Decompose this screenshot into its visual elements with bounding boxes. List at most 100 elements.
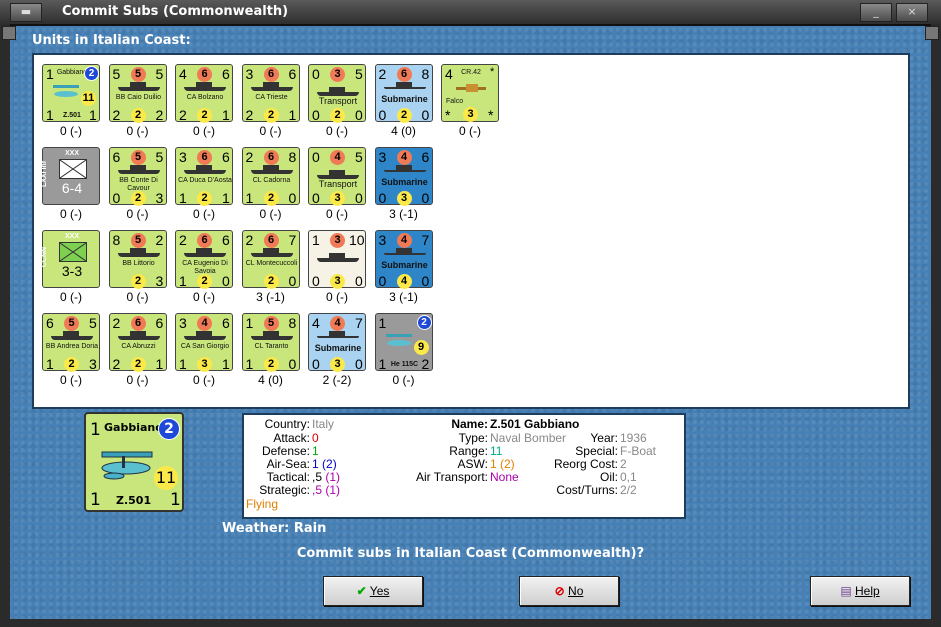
minimize-button[interactable]: _ [860,3,892,22]
unit-counter[interactable]: 4 CR.42 * Falco 3 * * [441,64,499,123]
selected-bottom-right: 1 [170,490,181,510]
unit-bottom-left: 0 [312,190,320,206]
unit-counter[interactable]: 0 3 5 Transport 0 2 0 [308,64,366,123]
unit-defense-circle: 2 [130,357,146,372]
unit-counter[interactable]: 8 5 2 BB Littorio 2 3 [108,230,167,289]
yes-label: Yes [369,584,390,598]
transport-ship-icon [317,253,359,262]
unit-counter[interactable]: 2 6 8 Submarine 0 2 0 [374,64,433,123]
help-button[interactable]: ▤ Help [810,576,910,606]
weather-text: Weather: Rain [222,521,327,536]
unit-top-left: 2 [245,232,254,248]
unit-attack-circle: 5 [130,233,146,248]
unit-top-left: 2 [112,315,121,331]
unit-top-left: 5 [112,66,121,82]
unit-counter[interactable]: 4 4 7 Submarine 0 3 0 [308,313,366,372]
unit-attack-circle: 4 [396,233,412,248]
units-heading: Units in Italian Coast: [32,33,191,48]
oil-value: 0,1 [620,470,637,484]
unit-bottom-left: 0 [378,107,387,123]
unit-counter[interactable]: 1 5 8 CL Taranto 1 2 0 [241,313,300,372]
unit-counter[interactable]: 2 6 6 CA Abruzzi 2 2 1 [108,313,167,372]
unit-bottom-left: 0 [378,273,387,289]
unit-bottom-left: 1 [179,190,187,206]
unit-status: 0 (-) [459,124,481,138]
unit-name: Transport [318,179,358,189]
unit-counter[interactable]: LXXI Inf XXX 6-4 [41,147,100,205]
system-menu-button[interactable]: ▬ [10,3,42,22]
unit-bottom-right: 2 [421,356,430,372]
unit-bottom-left: 1 [378,356,387,372]
unit-status: 0 (-) [326,207,348,221]
unit-counter[interactable]: 0 4 5 Transport 0 3 0 [308,147,366,206]
unit-status: 0 (-) [126,290,149,304]
unit-counter[interactable]: 3 4 6 Submarine 0 3 0 [374,147,433,206]
unit-counter[interactable]: 3 6 6 CA Trieste 2 2 1 [241,64,300,123]
commit-prompt: Commit subs in Italian Coast (Commonweal… [296,546,645,561]
commit-subs-dialog: ▬ Commit Subs (Commonwealth) _ × Units i… [0,0,941,627]
tactical-value: ,5 (1) [312,470,341,484]
unit-bottom-right: 3 [155,190,164,206]
close-button[interactable]: × [896,3,928,22]
unit-bottom-right: 0 [355,107,363,123]
unit-counter[interactable]: CCNN XXX 3-3 [41,230,100,288]
unit-bottom-right: 0 [355,273,363,289]
unit-name: Submarine [381,177,428,187]
unit-counter[interactable]: 2 6 7 CL Montecuccoli 2 0 [241,230,300,289]
unit-name: Submarine [381,94,428,104]
strategic-label: Strategic: [259,483,310,497]
unit-bottom-right: 1 [222,107,230,123]
no-button[interactable]: ⊘ No [519,576,619,606]
unit-top-right: 6 [222,66,230,82]
unit-bottom-right: 1 [222,356,230,372]
unit-attack-circle: 4 [330,316,345,331]
unit-name: CA Abruzzi [121,343,156,350]
unit-status: 0 (-) [60,207,82,221]
unit-counter[interactable]: 5 5 5 BB Caio Duilio 2 2 2 [108,64,167,123]
unit-top-right: 7 [355,315,363,331]
reorg-value: 2 [620,457,627,471]
unit-defense-circle: 2 [130,191,146,206]
warship-icon [117,165,160,174]
unit-defense-circle: 2 [263,191,279,206]
unit-bottom-right: * [488,107,494,123]
unit-counter[interactable]: 6 5 5 BB Andrea Doria 1 2 3 [42,313,100,372]
year-value: 1936 [620,431,647,445]
unit-attack-circle: 6 [197,150,212,165]
unit-top-left: 0 [312,149,320,165]
unit-top-right: 5 [355,149,363,165]
unit-counter[interactable]: 1 Gabbiano 2 11 Z.501 1 1 [42,64,100,123]
unit-bottom-right: 0 [288,356,297,372]
unit-top-left: 3 [179,149,187,165]
unit-defense-circle: 2 [197,108,212,123]
unit-defense-circle: 2 [263,357,279,372]
unit-counter[interactable]: 1 3 10 0 3 0 [308,230,366,289]
unit-bottom-left: 2 [179,107,187,123]
frame-bottom [0,619,941,627]
unit-bottom-right: 0 [421,273,430,289]
unit-top-left: 4 [312,315,320,331]
unit-status: 0 (-) [60,290,82,304]
unit-counter[interactable]: 2 6 6 CA Eugenio Di Savoia 1 2 0 [175,230,233,289]
selected-unit-name: Gabbiano [104,421,163,434]
unit-counter[interactable]: 4 6 6 CA Bolzano 2 2 1 [175,64,233,123]
airsea-label: Air-Sea: [266,457,310,471]
unit-attack-circle: 6 [197,233,212,248]
unit-top-left: 3 [378,232,387,248]
unit-counter[interactable]: 3 4 7 Submarine 0 4 0 [374,230,433,289]
unit-bottom-right: 0 [355,190,363,206]
unit-bottom-left: 0 [378,190,387,206]
unit-counter[interactable]: 3 4 6 CA San Giorgio 1 3 1 [175,313,233,372]
unit-bottom-left: 2 [112,107,121,123]
unit-counter[interactable]: 6 5 5 BB Conte Di Cavour 0 2 3 [108,147,167,206]
airsea-value: 1 (2) [312,457,337,471]
selected-bottom-left: 1 [90,490,101,510]
unit-defense-circle: 2 [330,108,345,123]
unit-counter[interactable]: 3 6 6 CA Duca D'Aosta 1 2 1 [175,147,233,206]
unit-counter[interactable]: 1 2 9 He 115C 1 2 [374,313,433,372]
unit-top-right: 5 [155,66,164,82]
special-label: Special: [575,444,618,458]
unit-bottom-right: 1 [89,107,97,123]
unit-counter[interactable]: 2 6 8 CL Cadorna 1 2 0 [241,147,300,206]
yes-button[interactable]: ✔ Yes [323,576,423,606]
